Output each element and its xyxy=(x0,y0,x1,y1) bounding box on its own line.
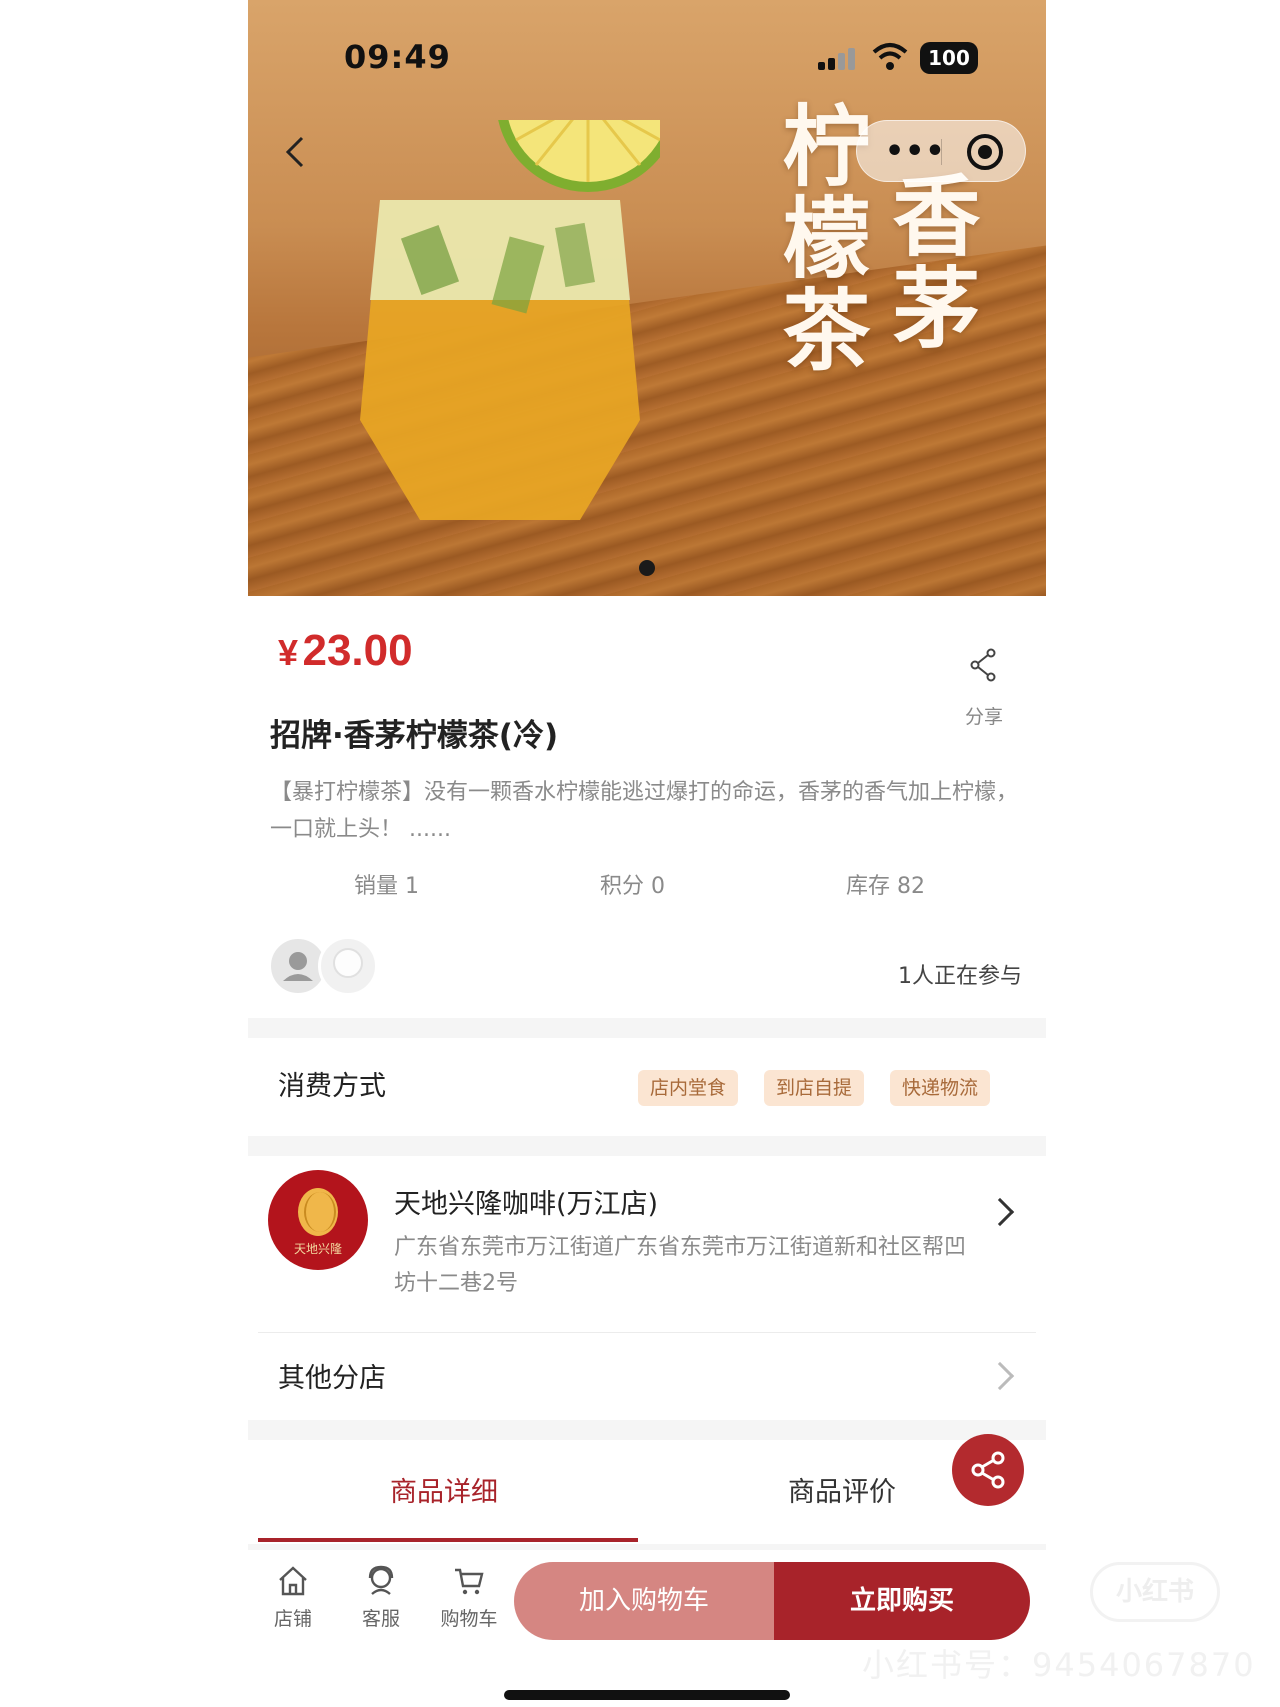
capsule-divider xyxy=(941,139,942,165)
home-indicator xyxy=(504,1690,790,1700)
share-icon xyxy=(971,1451,1005,1489)
calligraphy-text-lemongrass: 香茅 xyxy=(878,170,982,354)
price-amount: 23.00 xyxy=(302,626,413,675)
nav-customer-service[interactable]: 客服 xyxy=(346,1564,416,1631)
battery-icon: 100 xyxy=(920,42,978,74)
share-icon xyxy=(970,648,996,682)
back-arrow-icon[interactable] xyxy=(276,132,316,172)
nav-customer-service-label: 客服 xyxy=(361,1608,400,1630)
add-to-cart-button[interactable]: 加入购物车 xyxy=(514,1562,774,1640)
section-divider xyxy=(248,1420,1046,1440)
participants-row[interactable]: 1人正在参与 xyxy=(248,930,1046,1010)
avatar xyxy=(318,936,378,996)
customer-service-icon xyxy=(368,1565,394,1595)
sales-count: 销量 1 xyxy=(354,874,419,899)
tab-details[interactable]: 商品详细 xyxy=(390,1470,498,1509)
product-tabs: 商品详细 商品评价 xyxy=(248,1440,1046,1544)
tab-reviews[interactable]: 商品评价 xyxy=(788,1470,896,1509)
close-miniprogram-icon[interactable] xyxy=(967,134,1003,170)
share-button[interactable]: 分享 xyxy=(948,648,1020,729)
nav-cart[interactable]: 购物车 xyxy=(434,1564,504,1631)
shop-logo: 天地兴隆 xyxy=(268,1170,368,1270)
consumption-methods: 消费方式 店内堂食 到店自提 快递物流 xyxy=(248,1038,1046,1128)
tag-pickup: 到店自提 xyxy=(764,1070,865,1106)
store-icon xyxy=(279,1566,307,1596)
buy-now-button[interactable]: 立即购买 xyxy=(774,1562,1030,1640)
mini-program-capsule: ••• xyxy=(856,120,1026,182)
status-bar: 09:49 100 xyxy=(248,28,1046,88)
lemon-tea-glass-image xyxy=(360,120,660,520)
tag-delivery: 快递物流 xyxy=(890,1070,991,1106)
active-tab-underline xyxy=(258,1538,638,1542)
carousel-indicator-dot xyxy=(639,560,655,576)
floating-share-button[interactable] xyxy=(952,1434,1024,1506)
stock-count: 库存 82 xyxy=(846,874,925,899)
shop-info[interactable]: 天地兴隆 天地兴隆咖啡(万江店) 广东省东莞市万江街道广东省东莞市万江街道新和社… xyxy=(248,1160,1046,1330)
chevron-right-icon xyxy=(985,1197,1015,1227)
phone-screen: 柠檬茶 香茅 09:49 100 ••• ¥ 23.00 分享 招牌·香茅柠檬茶… xyxy=(248,0,1046,1707)
shop-name: 天地兴隆咖啡(万江店) xyxy=(394,1189,659,1220)
user-icon xyxy=(283,952,313,981)
nav-cart-label: 购物车 xyxy=(440,1608,498,1630)
points-count: 积分 0 xyxy=(600,874,665,899)
cart-icon xyxy=(455,1568,484,1595)
tag-dine-in: 店内堂食 xyxy=(638,1070,739,1106)
product-description: 【暴打柠檬茶】没有一颗香水柠檬能逃过爆打的命运，香茅的香气加上柠檬，一口就上头！… xyxy=(270,780,1019,842)
chevron-right-icon xyxy=(985,1361,1015,1391)
lantern-icon xyxy=(298,1188,338,1236)
nav-store[interactable]: 店铺 xyxy=(258,1564,328,1631)
product-price: ¥ 23.00 xyxy=(278,626,413,676)
more-options-icon[interactable]: ••• xyxy=(885,137,946,167)
status-time: 09:49 xyxy=(344,38,451,76)
product-title: 招牌·香茅柠檬茶(冷) xyxy=(270,718,559,754)
divider xyxy=(258,1332,1036,1333)
section-divider xyxy=(248,1136,1046,1156)
other-branches-row[interactable]: 其他分店 xyxy=(248,1336,1046,1416)
section-divider xyxy=(248,1018,1046,1038)
product-stats: 销量 1 积分 0 库存 82 xyxy=(248,868,1046,908)
cellular-signal-icon xyxy=(818,48,855,70)
share-label: 分享 xyxy=(964,706,1003,728)
shop-address: 广东省东莞市万江街道广东省东莞市万江街道新和社区帮凹坊十二巷2号 xyxy=(394,1235,967,1296)
nav-store-label: 店铺 xyxy=(273,1608,312,1630)
participants-count: 1人正在参与 xyxy=(898,964,1022,989)
price-currency: ¥ xyxy=(278,632,299,673)
product-image-carousel[interactable]: 柠檬茶 香茅 09:49 100 ••• xyxy=(248,0,1046,596)
watermark-logo: 小红书 xyxy=(1090,1562,1220,1622)
watermark-id: 小红书号：9454067870 xyxy=(862,1646,1256,1684)
consumption-label: 消费方式 xyxy=(278,1071,386,1102)
wifi-icon xyxy=(872,43,908,70)
shop-logo-text: 天地兴隆 xyxy=(293,1242,342,1256)
user-icon xyxy=(333,948,363,978)
other-branches-label: 其他分店 xyxy=(278,1363,386,1394)
